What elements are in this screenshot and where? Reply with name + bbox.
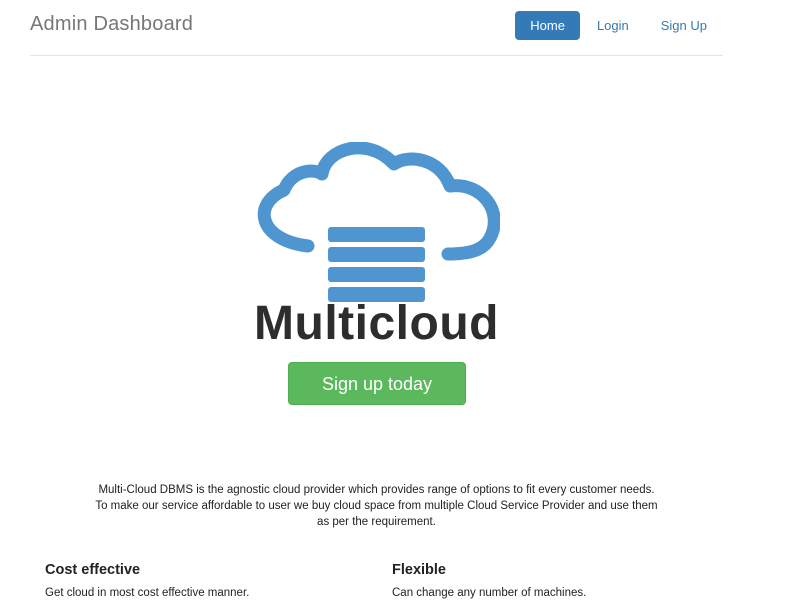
lead-paragraph: Multi-Cloud DBMS is the agnostic cloud p… <box>30 482 723 530</box>
nav-signup-link[interactable]: Sign Up <box>645 11 723 40</box>
feature-title: Cost effective <box>45 562 141 578</box>
navbar-brand[interactable]: Admin Dashboard <box>30 13 193 36</box>
database-bar-1 <box>328 227 425 242</box>
database-bar-2 <box>328 247 425 262</box>
signup-today-button[interactable]: Sign up today <box>288 362 466 405</box>
feature-title: Flexible <box>392 562 446 578</box>
nav-login-link[interactable]: Login <box>581 11 645 40</box>
cloud-database-icon <box>257 142 500 302</box>
navbar-links: Home Login Sign Up <box>515 11 723 40</box>
database-bar-3 <box>328 267 425 282</box>
feature-cost-effective: Cost effective Get cloud in most cost ef… <box>45 562 365 600</box>
navbar: Admin Dashboard Home Login Sign Up <box>30 0 723 56</box>
lead-line: To make our service affordable to user w… <box>95 500 658 512</box>
feature-flexible: Flexible Can change any number of machin… <box>392 562 712 600</box>
logo-wordmark: Multicloud <box>254 297 499 350</box>
lead-line: Multi-Cloud DBMS is the agnostic cloud p… <box>98 484 655 496</box>
feature-text: Can change any number of machines. <box>392 587 587 599</box>
lead-line: as per the requirement. <box>317 516 436 528</box>
nav-home-link[interactable]: Home <box>515 11 580 40</box>
feature-text: Get cloud in most cost effective manner. <box>45 587 250 599</box>
